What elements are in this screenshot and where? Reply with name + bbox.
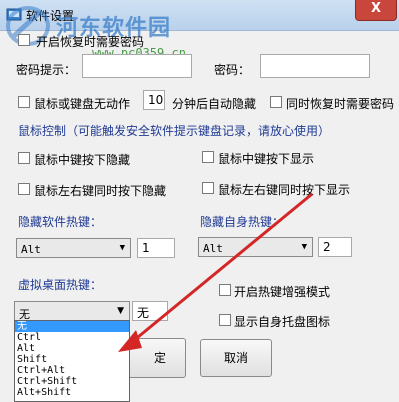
red-arrow-annotation <box>118 192 313 352</box>
